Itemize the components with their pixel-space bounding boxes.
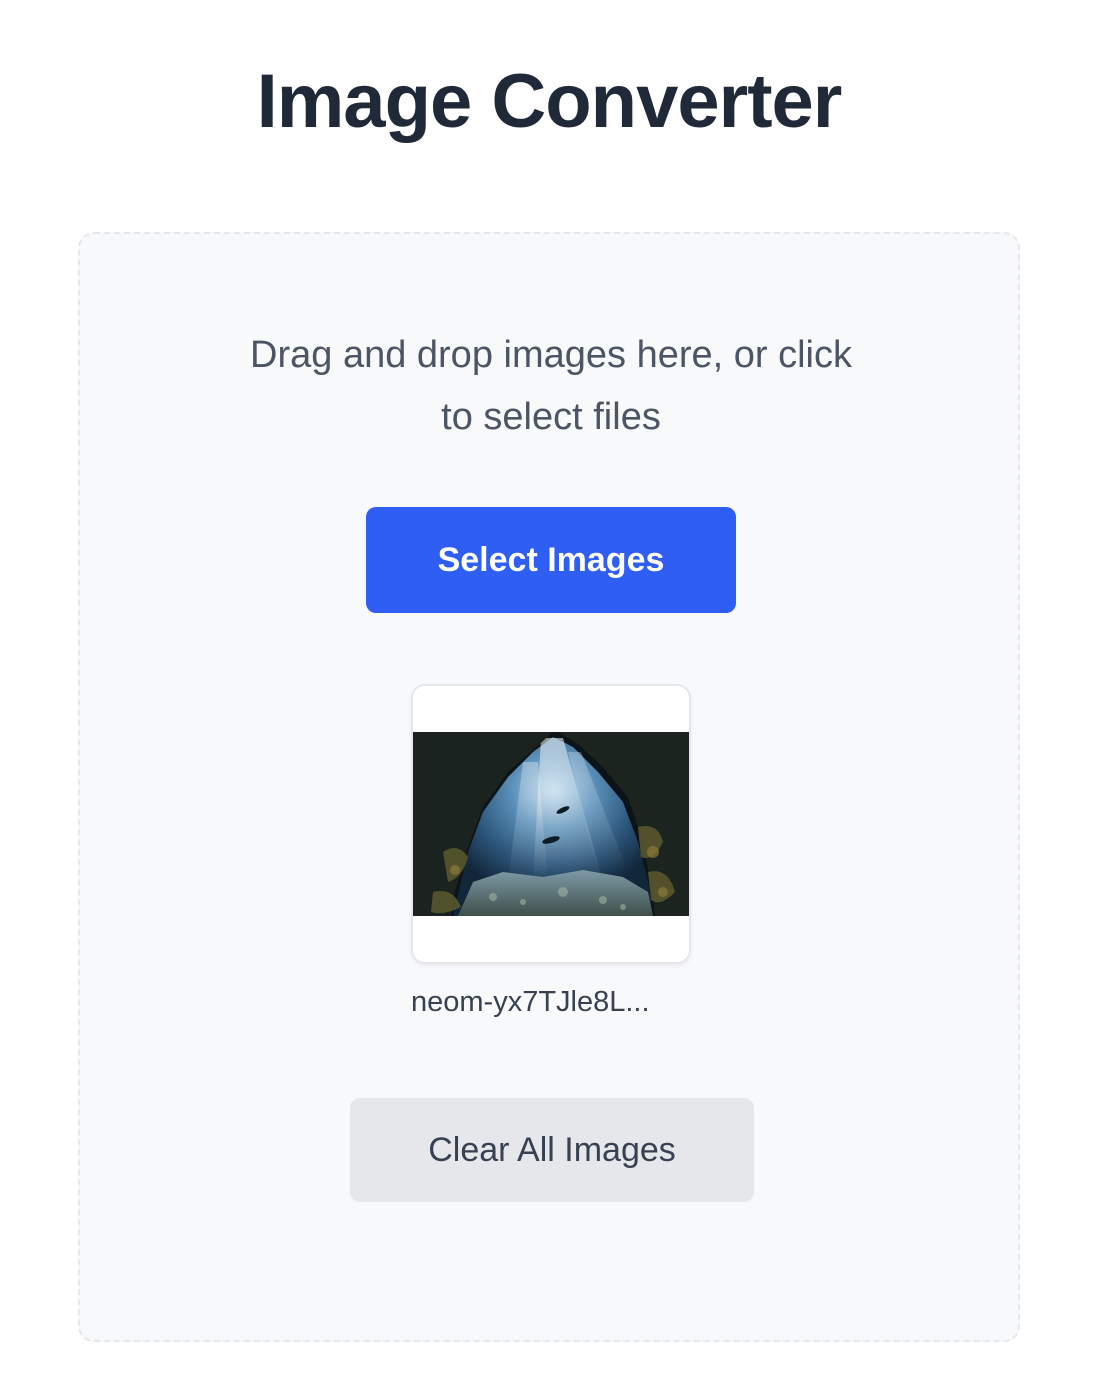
image-filename: neom-yx7TJle8L... [411, 986, 650, 1018]
image-dropzone[interactable]: Drag and drop images here, or click to s… [78, 232, 1020, 1342]
image-thumbnail-card[interactable] [411, 684, 691, 964]
underwater-cave-thumbnail [413, 732, 689, 916]
clear-all-images-button[interactable]: Clear All Images [350, 1098, 754, 1202]
drop-instructions: Drag and drop images here, or click to s… [250, 334, 852, 438]
select-images-button[interactable]: Select Images [366, 507, 736, 613]
page-title: Image Converter [256, 59, 843, 144]
